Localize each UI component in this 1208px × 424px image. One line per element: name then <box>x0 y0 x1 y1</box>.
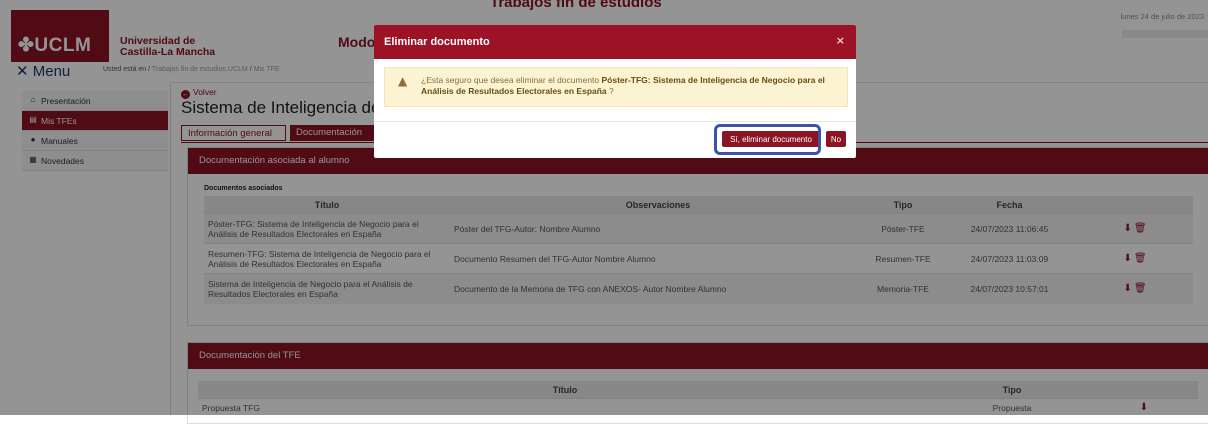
message-suffix: ? <box>606 86 614 96</box>
warning-text: ¿Esta seguro que desea eliminar el docum… <box>421 75 841 97</box>
focus-highlight <box>714 124 821 155</box>
warning-message: ▲ ¿Esta seguro que desea eliminar el doc… <box>384 67 848 107</box>
warning-icon: ▲ <box>398 74 408 88</box>
dialog-header: Eliminar documento × <box>374 25 856 59</box>
cancel-button[interactable]: No <box>826 131 846 147</box>
dialog-divider <box>374 121 856 122</box>
close-icon[interactable]: × <box>836 34 845 47</box>
message-prefix: ¿Esta seguro que desea eliminar el docum… <box>421 75 602 85</box>
dialog-title: Eliminar documento <box>384 36 490 48</box>
